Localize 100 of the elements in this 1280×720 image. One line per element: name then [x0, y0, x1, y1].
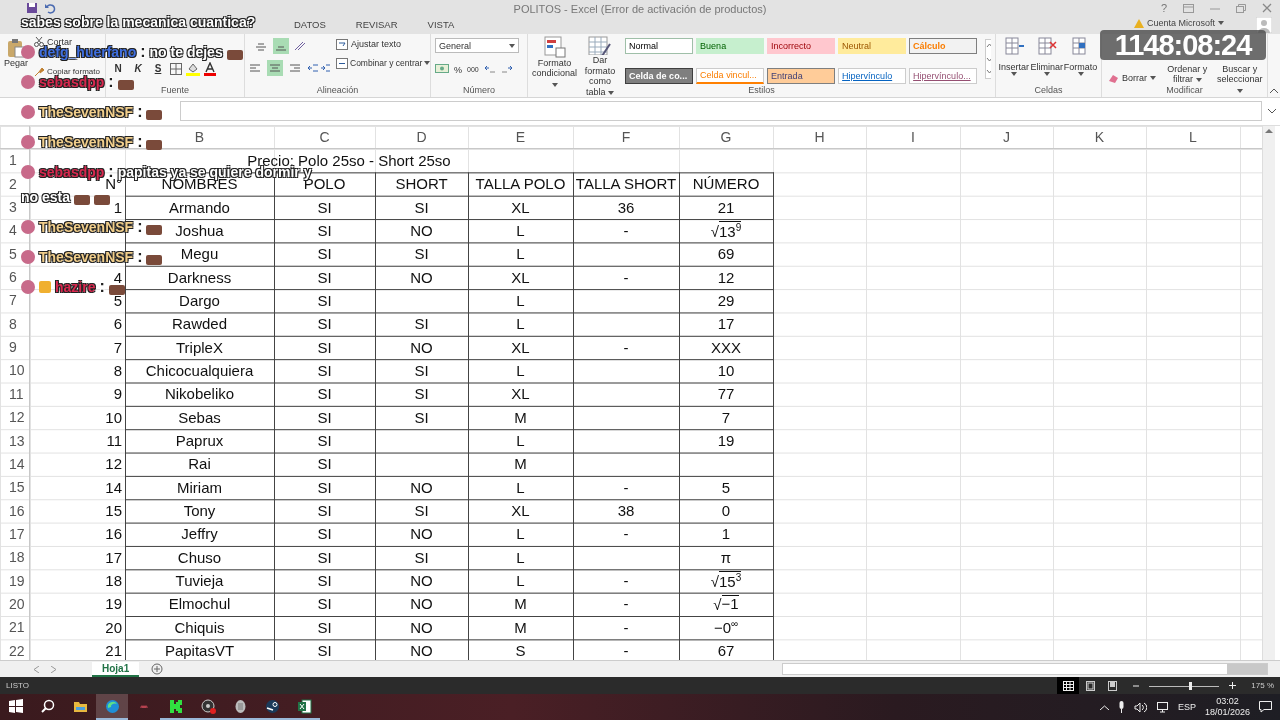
find-select-button[interactable]: Buscar y seleccionar [1216, 63, 1263, 95]
currency-icon[interactable] [435, 64, 449, 76]
spreadsheet-icon[interactable] [296, 698, 312, 714]
horizontal-scrollbar[interactable] [782, 663, 1268, 676]
fill-color-icon[interactable] [186, 61, 200, 76]
cell-style-option[interactable]: Buena [696, 37, 765, 54]
row-header[interactable]: 3 [9, 199, 17, 216]
column-header[interactable]: C [319, 129, 330, 146]
speaker-icon[interactable] [232, 698, 248, 714]
row-header[interactable]: 19 [9, 572, 25, 589]
row-header[interactable]: 9 [9, 339, 17, 356]
zoom-out-icon[interactable] [1133, 682, 1139, 689]
cells-button[interactable]: Eliminar [1030, 61, 1063, 73]
row-header[interactable]: 20 [9, 595, 25, 612]
table-format-icon[interactable] [588, 35, 613, 56]
cell-style-option[interactable]: Entrada [767, 67, 836, 84]
microphone-icon[interactable] [1117, 701, 1125, 714]
row-header[interactable]: 16 [9, 502, 25, 519]
cells-button[interactable]: Insertar [998, 61, 1029, 73]
conditional-format-button[interactable]: Formato condicional [532, 57, 578, 89]
row-header[interactable]: 13 [9, 432, 25, 449]
row-header[interactable]: 2 [9, 175, 17, 192]
kick-icon[interactable] [168, 698, 184, 714]
row-header[interactable]: 11 [9, 385, 24, 402]
row-header[interactable]: 17 [9, 525, 25, 542]
recorder-icon[interactable] [200, 698, 216, 714]
row-header[interactable]: 12 [9, 409, 25, 426]
close-icon[interactable] [1262, 3, 1272, 13]
row-header[interactable]: 8 [9, 315, 17, 332]
row-header[interactable]: 7 [9, 292, 17, 309]
row-header[interactable]: 21 [9, 619, 25, 636]
row-header[interactable]: 22 [9, 642, 25, 659]
network-icon[interactable] [1155, 701, 1169, 713]
vertical-scrollbar[interactable] [1262, 125, 1275, 661]
save-icon[interactable] [26, 2, 38, 14]
volume-icon[interactable] [1133, 701, 1147, 713]
row-header[interactable]: 18 [9, 549, 25, 566]
indent-icon[interactable] [307, 62, 331, 73]
clock[interactable]: 03:02 18/01/2026 [1204, 695, 1250, 719]
row-header[interactable]: 15 [9, 479, 25, 496]
notification-icon[interactable] [1259, 701, 1272, 714]
row-header[interactable]: 6 [9, 269, 17, 286]
gallery-scroll-icon[interactable] [985, 38, 991, 79]
zoom-thumb[interactable] [1189, 681, 1193, 690]
column-header[interactable]: E [515, 129, 526, 146]
column-header[interactable]: F [621, 129, 631, 146]
undo-icon[interactable] [44, 2, 56, 14]
decimal-decrease-icon[interactable] [500, 64, 513, 75]
row-header[interactable]: 5 [9, 245, 17, 262]
merge-center-button[interactable]: Combinar y centrar [334, 56, 433, 70]
underline-button[interactable]: S [150, 60, 166, 77]
cell-style-option[interactable]: Incorrecto [767, 37, 836, 54]
orientation-icon[interactable] [293, 39, 307, 52]
column-header[interactable]: B [194, 129, 205, 146]
ribbon-tab[interactable]: REVISAR [353, 18, 400, 31]
row-header[interactable]: 4 [9, 222, 17, 239]
collapse-ribbon-icon[interactable] [1270, 87, 1278, 93]
search-icon[interactable] [40, 698, 56, 714]
browser-icon[interactable] [104, 698, 120, 714]
cell-style-option[interactable]: Normal [625, 37, 694, 54]
format-as-table-button[interactable]: Dar formato como tabla [583, 55, 618, 97]
vertical-align-button[interactable] [273, 37, 289, 54]
italic-button[interactable]: K [130, 60, 146, 77]
avatar-icon[interactable] [1256, 17, 1272, 33]
borders-icon[interactable] [170, 62, 182, 75]
number-format-dropdown[interactable]: General [435, 38, 519, 54]
steam-icon[interactable] [264, 698, 280, 714]
view-button[interactable] [1057, 677, 1079, 695]
arrow-up-icon[interactable] [1265, 127, 1273, 133]
expand-icon[interactable] [1268, 108, 1276, 114]
ribbon-tab[interactable]: DATOS [292, 18, 328, 31]
language-indicator[interactable]: ESP [1177, 702, 1196, 713]
help-button[interactable]: ? [1160, 2, 1167, 14]
column-header[interactable]: G [720, 129, 732, 146]
cell-style-option[interactable]: Hipervínculo [838, 67, 907, 84]
wrap-text-button[interactable]: Ajustar texto [334, 37, 433, 51]
font-color-icon[interactable] [204, 61, 216, 76]
column-header[interactable]: J [1003, 129, 1010, 146]
chevron-up-icon[interactable] [1099, 704, 1109, 710]
column-header[interactable]: K [1094, 129, 1105, 146]
cell-style-option[interactable]: Neutral [838, 37, 907, 54]
paste-button[interactable]: Pegar [4, 57, 29, 69]
ribbon-tab[interactable]: VISTA [425, 18, 457, 31]
clear-button[interactable]: Borrar [1106, 71, 1158, 84]
column-header[interactable]: H [814, 129, 825, 146]
cells-button[interactable]: Formato [1063, 61, 1098, 73]
column-header[interactable]: I [911, 129, 915, 146]
sort-filter-button[interactable]: Ordenar y filtrar [1166, 63, 1209, 85]
add-sheet-icon[interactable] [151, 663, 164, 676]
sheet-tab[interactable]: Hoja1 [92, 661, 140, 677]
zoom-in-icon[interactable] [1229, 682, 1236, 690]
row-header[interactable]: 10 [9, 362, 25, 379]
cell-style-option[interactable]: Hipervínculo... [909, 67, 978, 84]
horizontal-align-button[interactable] [267, 59, 283, 76]
percent-button[interactable]: % [454, 64, 462, 75]
table-cells-icon[interactable] [1003, 35, 1024, 56]
column-header[interactable]: D [416, 129, 427, 146]
conditional-format-icon[interactable] [543, 35, 566, 58]
column-header[interactable]: L [1189, 129, 1197, 146]
row-header[interactable]: 1 [9, 152, 17, 169]
